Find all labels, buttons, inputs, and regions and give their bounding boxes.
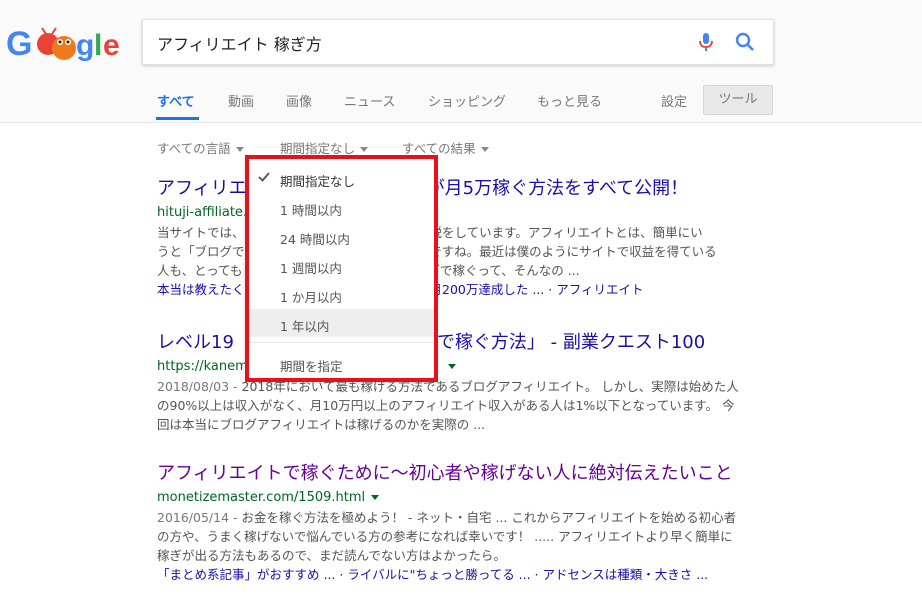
tab-all[interactable]: すべて	[157, 91, 195, 110]
snippet-line: て解説をしています。アフィリエイトとは、簡単にい	[404, 225, 703, 240]
period-filter-label: 期間指定なし	[280, 141, 356, 156]
chevron-down-icon	[235, 147, 244, 152]
period-filter[interactable]: 期間指定なし	[280, 138, 369, 157]
microphone-icon[interactable]	[696, 32, 716, 52]
settings-link[interactable]: 設定	[661, 91, 687, 110]
period-dropdown-menu: 期間指定なし 1 時間以内 24 時間以内 1 週間以内 1 か月以内 1 年以…	[246, 157, 435, 379]
period-option-label: 1 時間以内	[280, 203, 342, 218]
period-option-label: 24 時間以内	[280, 232, 350, 247]
search-tabs: すべて 動画 画像 ニュース ショッピング もっと見る	[0, 88, 922, 122]
svg-text:g: g	[76, 29, 94, 62]
period-option-any[interactable]: 期間指定なし	[247, 164, 434, 192]
search-input[interactable]: アフィリエイト 稼ぎ方	[142, 19, 774, 65]
sitelinks[interactable]: 「まとめ系記事」がおすすめ ... · ライバルに"ちょっと勝ってる ... ·…	[157, 565, 757, 584]
result-url-text: monetizemaster.com/1509.html	[157, 490, 366, 505]
period-option-label: 1 か月以内	[280, 290, 342, 305]
result-url-text: https://kanemo	[157, 359, 256, 374]
chevron-down-icon[interactable]	[447, 364, 456, 369]
tab-news[interactable]: ニュース	[344, 91, 395, 110]
google-logo[interactable]: G g l e	[6, 22, 128, 66]
chevron-down-icon[interactable]	[371, 495, 380, 500]
search-icon[interactable]	[734, 31, 756, 53]
snippet-line: の方や、うまく稼げないで悩んでいる方の参考になれば幸いです！ ..... アフィ…	[157, 529, 733, 544]
sitelink[interactable]: グ】月200万達成した ... · アフィリエイト	[405, 282, 644, 297]
period-option-label: 期間を指定	[280, 359, 343, 374]
period-option-custom[interactable]: 期間を指定	[247, 349, 434, 377]
result-title[interactable]: アフィリエイトで稼ぐために～初心者や稼げない人に絶対伝えたいこと	[157, 463, 757, 485]
snippet-line: うと「ブログで	[157, 244, 245, 259]
language-filter[interactable]: すべての言語	[157, 138, 244, 157]
period-option-year[interactable]: 1 年以内	[247, 309, 434, 337]
chevron-down-icon	[480, 147, 489, 152]
period-option-month[interactable]: 1 か月以内	[247, 280, 434, 308]
tab-images[interactable]: 画像	[286, 91, 312, 110]
tools-button[interactable]: ツール	[703, 85, 773, 115]
search-result: アフィリエイトで稼ぐために～初心者や稼げない人に絶対伝えたいこと monetiz…	[157, 463, 757, 584]
period-option-week[interactable]: 1 週間以内	[247, 251, 434, 279]
tab-shopping[interactable]: ショッピング	[428, 91, 506, 110]
period-option-day[interactable]: 24 時間以内	[247, 222, 434, 250]
checkmark-icon	[258, 172, 270, 182]
snippet-line: 稼ぎが出る方法もあるので、まだ読んでない方はよかったら。	[157, 548, 506, 563]
results-filter-label: すべての結果	[402, 141, 476, 156]
language-filter-label: すべての言語	[157, 141, 231, 156]
sitelink[interactable]: 本当は教えたく	[157, 282, 245, 297]
snippet-line: お金を稼ぐ方法を極めよう！ - ネット・自宅 ... これからアフィリエイトを始…	[241, 510, 737, 525]
result-title-right[interactable]: が月5万稼ぐ方法をすべて公開！	[427, 178, 688, 199]
tab-more[interactable]: もっと見る	[537, 91, 602, 110]
result-date: 2018/08/03 -	[157, 379, 238, 394]
results-filter[interactable]: すべての結果	[402, 138, 489, 157]
snippet-line: 当サイトでは、	[157, 225, 245, 240]
search-query[interactable]: アフィリエイト 稼ぎ方	[157, 31, 322, 55]
result-snippet: 2016/05/14 - お金を稼ぐ方法を極めよう！ - ネット・自宅 ... …	[157, 508, 757, 565]
result-title-left[interactable]: アフィリエ	[157, 178, 247, 199]
result-date: 2016/05/14 -	[157, 510, 238, 525]
result-title-right[interactable]: で稼ぐ方法」 - 副業クエスト100	[437, 332, 705, 353]
period-option-label: 期間指定なし	[280, 174, 356, 189]
snippet-line: の90%以上は収入がなく、月10万円以上のアフィリエイト収入がある人は1%以下と…	[157, 398, 735, 413]
tab-videos[interactable]: 動画	[228, 91, 254, 110]
snippet-line: 回は本当にブログアフィリエイトは稼げるのかを実際の ...	[157, 417, 486, 432]
header: G g l e アフィリエイト 稼ぎ方 すべて 動画 画像 ニュース ショッピン…	[0, 0, 922, 123]
result-url: monetizemaster.com/1509.html	[157, 489, 757, 507]
period-option-label: 1 年以内	[280, 319, 330, 334]
active-tab-indicator	[156, 117, 199, 120]
menu-divider	[247, 342, 434, 343]
result-snippet: 2018/08/03 - 2018年において最も稼げる方法であるブログアフィリエ…	[157, 377, 757, 434]
result-title-left[interactable]: レベル19「	[157, 332, 252, 353]
period-option-hour[interactable]: 1 時間以内	[247, 193, 434, 221]
svg-text:l: l	[94, 29, 102, 62]
snippet-line: 2018年において最も稼げる方法であるブログアフィリエイト。 しかし、実際は始め…	[241, 379, 739, 394]
svg-text:e: e	[103, 29, 120, 62]
snippet-line: 人も、とっても	[157, 263, 243, 278]
chevron-down-icon	[360, 147, 369, 152]
snippet-line: ことですね。最近は僕のようにサイトで収益を得ている	[404, 244, 717, 259]
svg-text:G: G	[6, 25, 32, 63]
period-option-label: 1 週間以内	[280, 261, 342, 276]
